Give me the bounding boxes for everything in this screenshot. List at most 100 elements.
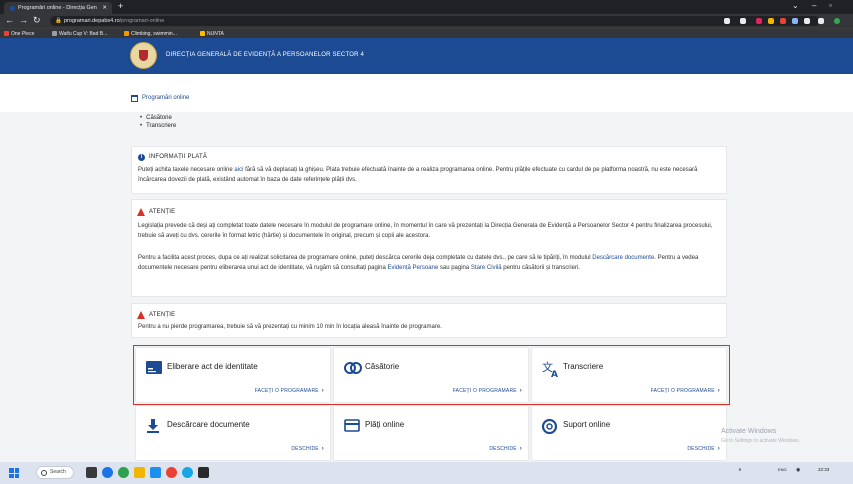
- service-card-plati[interactable]: Plăți online DESCHIDE ›: [334, 406, 528, 460]
- service-card-transcriere[interactable]: 文A Transcriere FACEȚI O PROGRAMARE ›: [532, 348, 726, 402]
- evidenta-link[interactable]: Evidență Persoane: [388, 265, 439, 271]
- translate-icon: 文A: [542, 361, 558, 377]
- share-icon[interactable]: [724, 18, 730, 24]
- extension-icon[interactable]: [768, 18, 774, 24]
- url-input[interactable]: 🔒 programari.depabs4.ro/programari-onlin…: [50, 16, 820, 26]
- service-action[interactable]: FACEȚI O PROGRAMARE ›: [651, 388, 720, 394]
- service-card-suport[interactable]: Suport online DESCHIDE ›: [532, 406, 726, 460]
- page-title-bar: Programări online: [0, 74, 853, 112]
- service-label: Transcriere: [563, 362, 604, 371]
- card-text: Pentru a nu pierde programarea, trebuie …: [138, 324, 442, 330]
- clock[interactable]: 22:33: [818, 467, 829, 472]
- app-icon[interactable]: [150, 467, 161, 478]
- forward-icon[interactable]: →: [19, 15, 28, 25]
- service-label: Eliberare act de identitate: [167, 362, 258, 371]
- site-logo[interactable]: [130, 42, 157, 69]
- activate-windows-subtitle: Go to Settings to activate Windows.: [721, 438, 800, 444]
- service-action[interactable]: DESCHIDE ›: [687, 446, 720, 452]
- tab-title: Programări online - Direcția Gen: [18, 5, 97, 11]
- extension-icon[interactable]: [792, 18, 798, 24]
- widgets-icon[interactable]: [102, 467, 113, 478]
- service-action[interactable]: FACEȚI O PROGRAMARE ›: [255, 388, 324, 394]
- sidebar-icon[interactable]: [818, 18, 824, 24]
- chrome-icon[interactable]: [166, 467, 177, 478]
- card-text: Legislația prevede că deși ați completat…: [138, 223, 713, 239]
- new-tab-button[interactable]: +: [118, 1, 123, 11]
- wifi-icon[interactable]: ◉: [796, 467, 800, 473]
- puzzle-icon[interactable]: [804, 18, 810, 24]
- star-icon[interactable]: [740, 18, 746, 24]
- card-text: Pentru a facilita acest proces, dupa ce …: [138, 255, 699, 271]
- reload-icon[interactable]: ↻: [33, 15, 41, 26]
- service-list: Căsătorie Transcriere: [140, 114, 176, 130]
- taskbar-search[interactable]: Search: [36, 466, 74, 479]
- task-view-icon[interactable]: [86, 467, 97, 478]
- site-header: DIRECȚIA GENERALĂ DE EVIDENȚĂ A PERSOANE…: [0, 38, 853, 74]
- lock-icon: 🔒: [55, 18, 62, 24]
- chevron-right-icon: ›: [321, 446, 324, 452]
- id-card-icon: [146, 361, 162, 374]
- info-icon: i: [138, 154, 145, 161]
- card-title: INFORMAȚII PLATĂ: [149, 154, 208, 160]
- service-label: Căsătorie: [365, 362, 400, 371]
- card-title: ATENȚIE: [149, 312, 176, 318]
- language-indicator[interactable]: ENG: [778, 467, 787, 472]
- stare-civila-link[interactable]: Stare Civilă: [471, 265, 502, 271]
- browser-tab-bar: Programări online - Direcția Gen ✕ + ⌄ –…: [0, 0, 853, 14]
- service-action[interactable]: DESCHIDE ›: [291, 446, 324, 452]
- tab-close-icon[interactable]: ✕: [102, 2, 107, 14]
- url-host: programari.depabs4.ro: [64, 18, 120, 24]
- list-item: Căsătorie: [140, 114, 176, 122]
- service-action[interactable]: DESCHIDE ›: [489, 446, 522, 452]
- chevron-right-icon: ›: [519, 446, 522, 452]
- bookmark-icon: [4, 31, 9, 36]
- chevron-down-icon[interactable]: ⌄: [792, 1, 799, 10]
- address-bar-row: ← → ↻ 🔒 programari.depabs4.ro/programari…: [0, 14, 853, 28]
- service-card-eliberare[interactable]: Eliberare act de identitate FACEȚI O PRO…: [136, 348, 330, 402]
- bookmark-icon: [124, 31, 129, 36]
- file-explorer-icon[interactable]: [134, 467, 145, 478]
- chevron-right-icon: ›: [519, 388, 522, 394]
- browser-tab[interactable]: Programări online - Direcția Gen ✕: [4, 2, 112, 14]
- bookmark-icon: [52, 31, 57, 36]
- service-card-casatorie[interactable]: Căsătorie FACEȚI O PROGRAMARE ›: [334, 348, 528, 402]
- warning-card: ATENȚIE Legislația prevede că deși ați c…: [131, 199, 727, 297]
- rings-icon: [344, 362, 362, 374]
- service-label: Descărcare documente: [167, 420, 250, 429]
- site-title: DIRECȚIA GENERALĂ DE EVIDENȚĂ A PERSOANE…: [166, 52, 365, 58]
- service-card-descarcare[interactable]: Descărcare documente DESCHIDE ›: [136, 406, 330, 460]
- back-icon[interactable]: ←: [5, 15, 14, 25]
- minimize-icon[interactable]: –: [812, 1, 816, 10]
- calendar-icon: [131, 95, 138, 102]
- app-icon[interactable]: [118, 467, 129, 478]
- chevron-right-icon: ›: [717, 388, 720, 394]
- service-label: Plăți online: [365, 420, 405, 429]
- chevron-up-icon[interactable]: ∧: [738, 467, 742, 473]
- svg-text:A: A: [551, 370, 558, 377]
- chevron-right-icon: ›: [321, 388, 324, 394]
- extension-icon[interactable]: [756, 18, 762, 24]
- card-icon: [344, 419, 360, 432]
- card-text: Puteți achita taxele necesare online aic…: [138, 167, 698, 183]
- chevron-right-icon: ›: [717, 446, 720, 452]
- extension-icon[interactable]: [780, 18, 786, 24]
- windows-start-icon[interactable]: [9, 468, 19, 478]
- restore-icon[interactable]: ▫: [829, 1, 832, 10]
- support-icon: [542, 419, 557, 434]
- card-title: ATENȚIE: [149, 209, 176, 215]
- service-label: Suport online: [563, 420, 611, 429]
- download-docs-link[interactable]: Descărcare documente: [592, 255, 654, 261]
- warning-icon: [137, 208, 145, 216]
- warning-card: ATENȚIE Pentru a nu pierde programarea, …: [131, 303, 727, 338]
- profile-avatar[interactable]: [834, 18, 840, 24]
- app-icon[interactable]: [198, 467, 209, 478]
- app-icon[interactable]: [182, 467, 193, 478]
- warning-icon: [137, 311, 145, 319]
- list-item: Transcriere: [140, 122, 176, 130]
- service-action[interactable]: FACEȚI O PROGRAMARE ›: [453, 388, 522, 394]
- url-path: /programari-online: [119, 18, 165, 24]
- windows-taskbar: Search ∧ ENG ◉ 22:33: [0, 462, 853, 484]
- activate-windows-title: Activate Windows: [721, 428, 777, 435]
- page-title[interactable]: Programări online: [142, 95, 189, 101]
- folder-icon: [200, 31, 205, 36]
